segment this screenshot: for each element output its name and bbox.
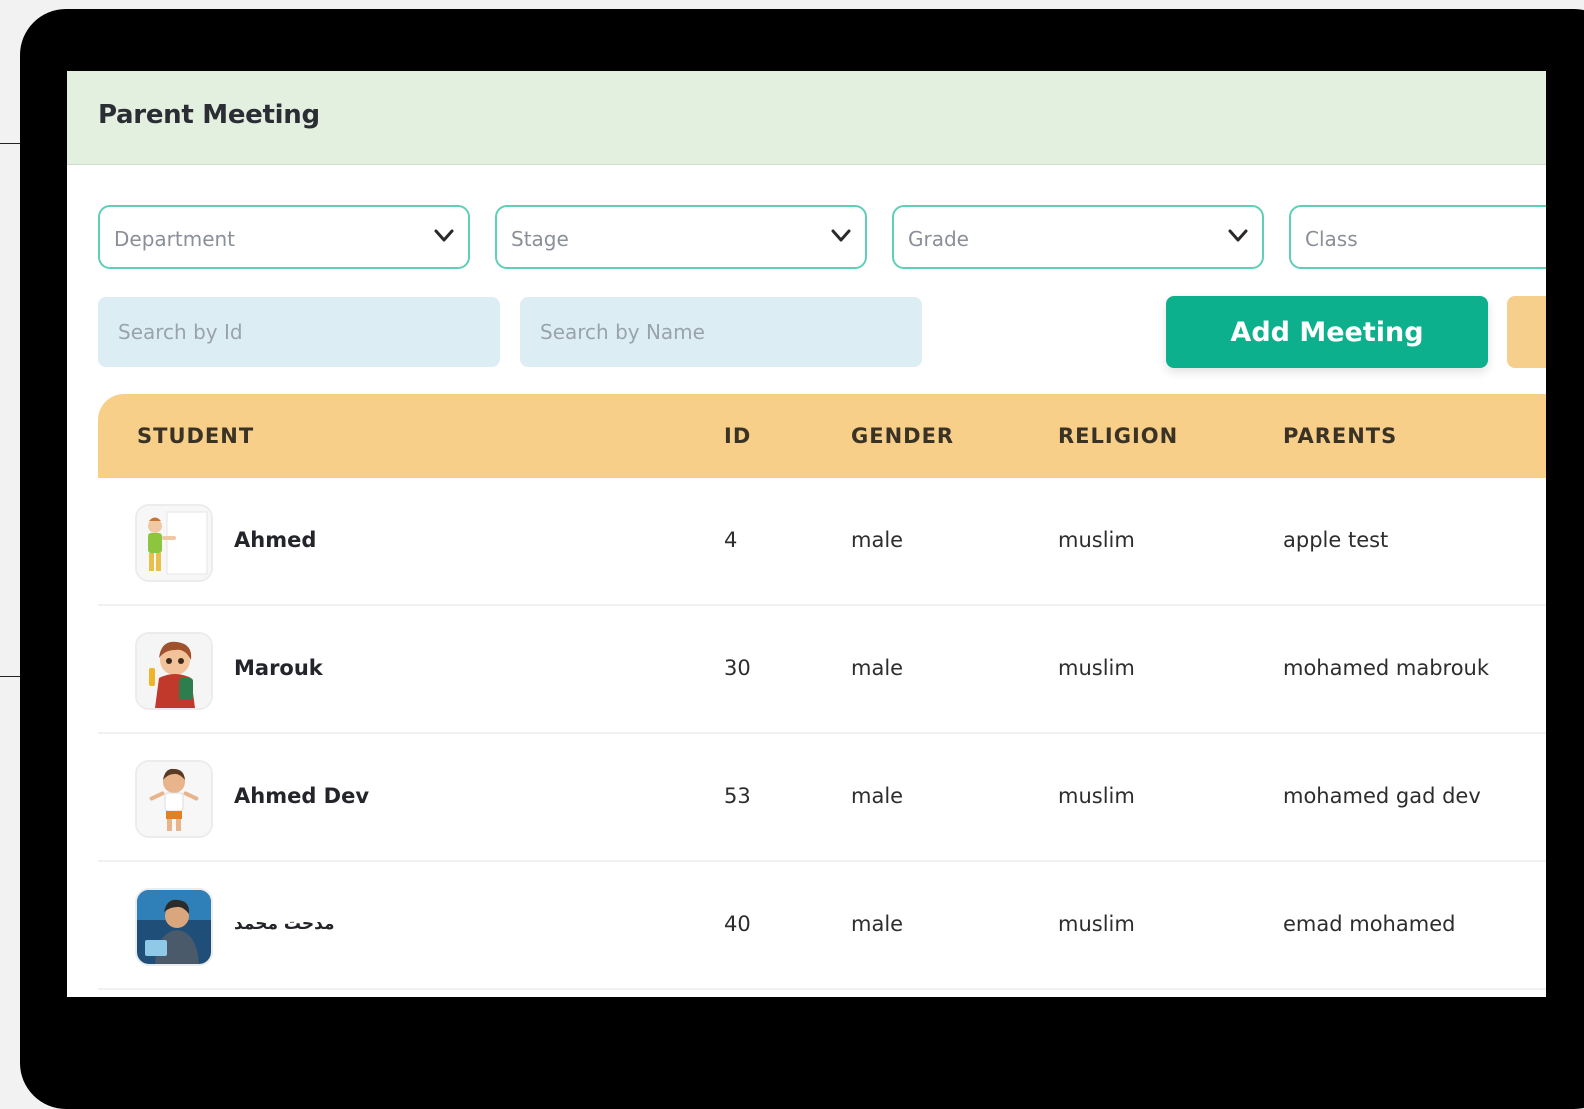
- student-parents: emad mohamed: [1283, 912, 1456, 936]
- student-religion: muslim: [1058, 784, 1135, 808]
- student-parents: apple test: [1283, 528, 1389, 552]
- stage-select-placeholder: Stage: [511, 227, 569, 251]
- student-avatar: [135, 888, 213, 966]
- table-row[interactable]: Ahmed 4 male muslim apple test: [98, 478, 1546, 606]
- grade-select[interactable]: Grade: [892, 205, 1264, 269]
- student-gender: male: [851, 656, 904, 680]
- student-id: 30: [724, 656, 751, 680]
- student-religion: muslim: [1058, 912, 1135, 936]
- column-header-parents: PARENTS: [1283, 424, 1398, 448]
- page-header: Parent Meeting: [67, 71, 1546, 165]
- student-avatar-image: [137, 506, 211, 580]
- student-religion: muslim: [1058, 656, 1135, 680]
- grade-select-placeholder: Grade: [908, 227, 969, 251]
- student-avatar-image: [137, 634, 211, 708]
- chevron-down-icon: [831, 229, 851, 242]
- search-by-name-input[interactable]: [520, 297, 922, 367]
- student-name: Ahmed: [234, 528, 317, 552]
- department-select-placeholder: Department: [114, 227, 236, 251]
- student-avatar: [135, 504, 213, 582]
- student-avatar: [135, 760, 213, 838]
- table-row[interactable]: Marouk 30 male muslim mohamed mabrouk: [98, 606, 1546, 734]
- column-header-gender: GENDER: [851, 424, 955, 448]
- student-id: 40: [724, 912, 751, 936]
- column-header-religion: RELIGION: [1058, 424, 1179, 448]
- student-gender: male: [851, 912, 904, 936]
- student-parents: mohamed mabrouk: [1283, 656, 1490, 680]
- search-by-id-input[interactable]: [98, 297, 500, 367]
- student-gender: male: [851, 528, 904, 552]
- column-header-student: STUDENT: [137, 424, 255, 448]
- student-id: 53: [724, 784, 751, 808]
- app-screen: Parent Meeting Department Stage Grade Cl…: [67, 71, 1546, 997]
- secondary-action-button[interactable]: [1507, 296, 1546, 368]
- student-avatar-image: [137, 762, 211, 836]
- stage-select[interactable]: Stage: [495, 205, 867, 269]
- class-select-placeholder: Class: [1305, 227, 1358, 251]
- student-id: 4: [724, 528, 738, 552]
- table-row[interactable]: مدحت محمد 40 male muslim emad mohamed: [98, 862, 1546, 990]
- add-meeting-button[interactable]: Add Meeting: [1166, 296, 1488, 368]
- department-select[interactable]: Department: [98, 205, 470, 269]
- student-name: مدحت محمد: [234, 914, 335, 934]
- table-row[interactable]: Ahmed Dev 53 male muslim mohamed gad dev: [98, 734, 1546, 862]
- student-avatar: [135, 632, 213, 710]
- student-name: Ahmed Dev: [234, 784, 370, 808]
- chevron-down-icon: [434, 229, 454, 242]
- table-header: STUDENT ID GENDER RELIGION PARENTS: [98, 394, 1546, 478]
- column-header-id: ID: [724, 424, 752, 448]
- chevron-down-icon: [1228, 229, 1248, 242]
- class-select[interactable]: Class: [1289, 205, 1546, 269]
- student-religion: muslim: [1058, 528, 1135, 552]
- student-gender: male: [851, 784, 904, 808]
- student-parents: mohamed gad dev: [1283, 784, 1481, 808]
- student-avatar-image: [137, 890, 211, 964]
- student-name: Marouk: [234, 656, 323, 680]
- page-title: Parent Meeting: [98, 100, 320, 130]
